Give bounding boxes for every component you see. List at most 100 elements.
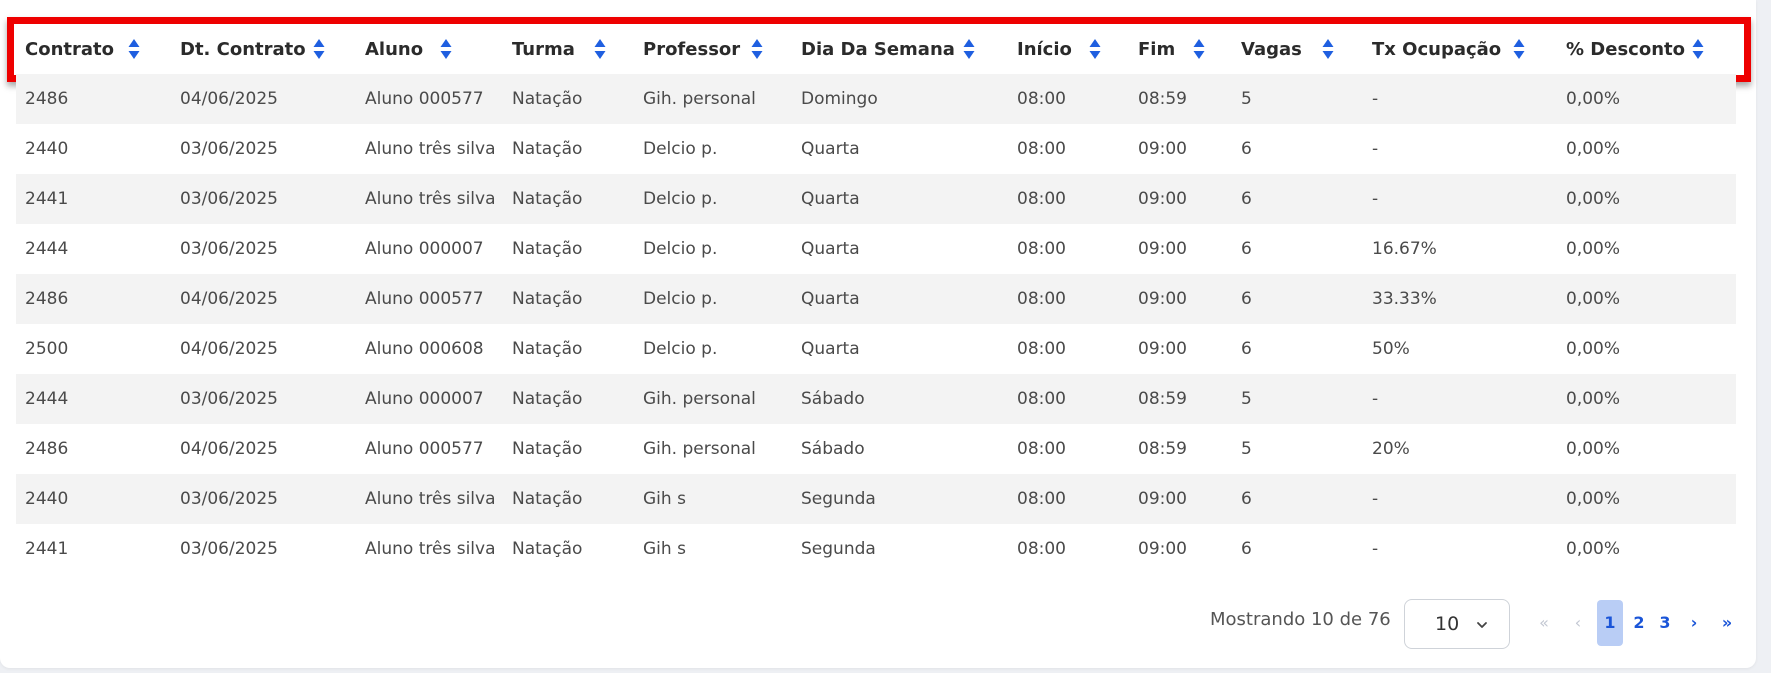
cell-contrato: 2444 (25, 389, 69, 409)
column-header-professor[interactable]: Professor (643, 24, 740, 75)
cell-vagas: 6 (1241, 289, 1252, 309)
cell-fim: 09:00 (1138, 339, 1187, 359)
cell-dia-da-semana: Quarta (801, 239, 860, 259)
cell-tx-ocupacao: 33.33% (1372, 289, 1437, 309)
table-header-row: Contrato Dt. Contrato Aluno Turma Professor D… (7, 17, 1751, 82)
cell-turma: Natação (512, 439, 583, 459)
table-row[interactable]: 2486 04/06/2025 Aluno 000577 Natação Delcio … (16, 274, 1736, 324)
cell-vagas: 6 (1241, 489, 1252, 509)
cell-turma: Natação (512, 89, 583, 109)
column-header-vagas[interactable]: Vagas (1241, 24, 1302, 75)
cell-vagas: 6 (1241, 189, 1252, 209)
column-header-inicio[interactable]: Início (1017, 24, 1072, 75)
table-row[interactable]: 2444 03/06/2025 Aluno 000007 Natação Gih. pe… (16, 374, 1736, 424)
first-page-button[interactable]: « (1534, 600, 1554, 646)
table-row[interactable]: 2500 04/06/2025 Aluno 000608 Natação Delcio … (16, 324, 1736, 374)
cell-aluno: Aluno 000577 (365, 289, 484, 309)
table-row[interactable]: 2486 04/06/2025 Aluno 000577 Natação Gih. pe… (16, 424, 1736, 474)
cell-tx-ocupacao: - (1372, 389, 1379, 409)
cell-dt-contrato: 03/06/2025 (180, 189, 278, 209)
cell-dia-da-semana: Segunda (801, 539, 876, 559)
table-row[interactable]: 2441 03/06/2025 Aluno três silva Natação Del… (16, 174, 1736, 224)
page-size-select[interactable]: 10 (1404, 599, 1510, 649)
cell-dia-da-semana: Sábado (801, 389, 865, 409)
cell-desconto: 0,00% (1566, 139, 1621, 159)
cell-contrato: 2444 (25, 239, 69, 259)
page-3-button[interactable]: 3 (1656, 600, 1674, 646)
table-row[interactable]: 2440 03/06/2025 Aluno três silva Natação Del… (16, 124, 1736, 174)
column-header-tx-ocupacao[interactable]: Tx Ocupação (1372, 24, 1501, 75)
cell-inicio: 08:00 (1017, 489, 1066, 509)
cell-dt-contrato: 03/06/2025 (180, 239, 278, 259)
column-header-desconto[interactable]: % Desconto (1566, 24, 1685, 75)
sort-icon[interactable] (440, 38, 452, 60)
sort-icon[interactable] (594, 38, 606, 60)
cell-dt-contrato: 03/06/2025 (180, 539, 278, 559)
column-header-dia-da-semana[interactable]: Dia Da Semana (801, 24, 955, 75)
cell-turma: Natação (512, 389, 583, 409)
cell-professor: Gih. personal (643, 89, 756, 109)
pagination-summary: Mostrando 10 de 76 (1210, 609, 1391, 630)
table-row[interactable]: 2486 04/06/2025 Aluno 000577 Natação Gih. pe… (16, 74, 1736, 124)
cell-tx-ocupacao: - (1372, 539, 1379, 559)
sort-icon[interactable] (1322, 38, 1334, 60)
table-row[interactable]: 2441 03/06/2025 Aluno três silva Natação Gih… (16, 524, 1736, 574)
cell-tx-ocupacao: 16.67% (1372, 239, 1437, 259)
cell-tx-ocupacao: - (1372, 89, 1379, 109)
cell-inicio: 08:00 (1017, 539, 1066, 559)
last-page-button[interactable]: » (1716, 600, 1738, 646)
table-row[interactable]: 2444 03/06/2025 Aluno 000007 Natação Delcio … (16, 224, 1736, 274)
page-2-button[interactable]: 2 (1630, 600, 1648, 646)
cell-professor: Gih s (643, 489, 686, 509)
cell-professor: Gih. personal (643, 389, 756, 409)
cell-fim: 08:59 (1138, 389, 1187, 409)
cell-desconto: 0,00% (1566, 339, 1621, 359)
sort-icon[interactable] (1089, 38, 1101, 60)
cell-desconto: 0,00% (1566, 389, 1621, 409)
cell-dia-da-semana: Segunda (801, 489, 876, 509)
column-header-turma[interactable]: Turma (512, 24, 575, 75)
cell-contrato: 2441 (25, 189, 69, 209)
next-page-button[interactable]: › (1686, 600, 1702, 646)
cell-desconto: 0,00% (1566, 89, 1621, 109)
table-row[interactable]: 2440 03/06/2025 Aluno três silva Natação Gih… (16, 474, 1736, 524)
cell-professor: Delcio p. (643, 289, 718, 309)
cell-professor: Gih s (643, 539, 686, 559)
cell-aluno: Aluno três silva (365, 539, 496, 559)
cell-desconto: 0,00% (1566, 289, 1621, 309)
page-1-button[interactable]: 1 (1597, 600, 1623, 646)
sort-icon[interactable] (128, 38, 140, 60)
cell-tx-ocupacao: - (1372, 489, 1379, 509)
cell-vagas: 6 (1241, 539, 1252, 559)
cell-desconto: 0,00% (1566, 239, 1621, 259)
cell-fim: 09:00 (1138, 539, 1187, 559)
cell-vagas: 6 (1241, 139, 1252, 159)
column-header-aluno[interactable]: Aluno (365, 24, 423, 75)
cell-vagas: 6 (1241, 339, 1252, 359)
column-header-fim[interactable]: Fim (1138, 24, 1175, 75)
cell-inicio: 08:00 (1017, 139, 1066, 159)
cell-aluno: Aluno três silva (365, 189, 496, 209)
cell-fim: 09:00 (1138, 239, 1187, 259)
sort-icon[interactable] (313, 38, 325, 60)
sort-icon[interactable] (1692, 38, 1704, 60)
sort-icon[interactable] (1193, 38, 1205, 60)
sort-icon[interactable] (751, 38, 763, 60)
cell-aluno: Aluno 000007 (365, 239, 484, 259)
cell-aluno: Aluno três silva (365, 139, 496, 159)
cell-desconto: 0,00% (1566, 539, 1621, 559)
cell-aluno: Aluno 000577 (365, 89, 484, 109)
column-header-contrato[interactable]: Contrato (25, 24, 114, 75)
sort-icon[interactable] (1513, 38, 1525, 60)
cell-tx-ocupacao: - (1372, 189, 1379, 209)
column-header-dt-contrato[interactable]: Dt. Contrato (180, 24, 306, 75)
cell-dt-contrato: 03/06/2025 (180, 139, 278, 159)
sort-icon[interactable] (963, 38, 975, 60)
cell-aluno: Aluno 000608 (365, 339, 484, 359)
cell-aluno: Aluno três silva (365, 489, 496, 509)
prev-page-button[interactable]: ‹ (1570, 600, 1586, 646)
cell-inicio: 08:00 (1017, 389, 1066, 409)
cell-inicio: 08:00 (1017, 239, 1066, 259)
cell-dia-da-semana: Sábado (801, 439, 865, 459)
cell-professor: Gih. personal (643, 439, 756, 459)
